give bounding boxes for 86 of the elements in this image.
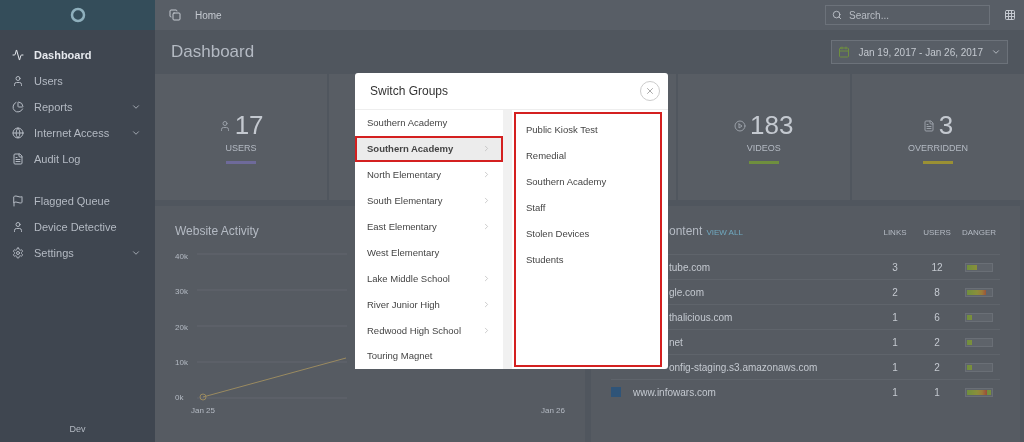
links-cell-text: 1	[891, 311, 899, 323]
sidebar-item[interactable]: Flagged Queue	[0, 188, 155, 214]
links-cell-text: 1	[891, 336, 899, 348]
search-icon	[832, 10, 842, 20]
flag-icon	[12, 195, 24, 207]
links-cell-text: 3	[891, 261, 899, 273]
dialog-title: Switch Groups	[370, 84, 449, 98]
users-cell-text: 12	[930, 261, 944, 273]
column-header: USERS	[922, 228, 952, 237]
subgroup-item[interactable]: Public Kiosk Test	[516, 116, 660, 142]
person-icon	[12, 75, 24, 87]
chevron-icon	[482, 325, 491, 335]
site-name: tube.com	[669, 261, 711, 273]
stat-label: VIDEOS	[746, 143, 781, 153]
sidebar-item[interactable]: Dashboard	[0, 42, 155, 68]
group-item[interactable]: Southern Academy	[355, 135, 503, 162]
column-header: LINKS	[882, 228, 908, 237]
users-cell-text: 2	[933, 361, 941, 373]
document-icon	[12, 153, 24, 165]
activity-icon	[12, 49, 24, 61]
person-icon	[218, 119, 231, 132]
search-field[interactable]: Search...	[825, 5, 990, 25]
ring-logo-icon	[68, 6, 87, 24]
footer-text: Dev	[68, 424, 87, 436]
document-icon	[922, 119, 935, 132]
site-name: thalicious.com	[669, 311, 733, 323]
page-title: Dashboard	[171, 42, 255, 62]
calendar-icon	[838, 46, 851, 58]
stat-value: 3	[938, 110, 954, 141]
breadcrumb[interactable]: Home	[195, 9, 811, 21]
axis-label: 0k	[175, 393, 184, 402]
scrollbar[interactable]	[503, 110, 512, 369]
column-header: DANGER	[960, 228, 998, 237]
users-cell-text: 6	[933, 311, 941, 323]
date-range-button[interactable]: Jan 19, 2017 - Jan 26, 2017	[831, 40, 1008, 64]
site-name: www.infowars.com	[633, 386, 716, 398]
site-name: gle.com	[669, 286, 704, 298]
person-icon	[12, 221, 24, 233]
subgroup-item[interactable]: Staff	[516, 194, 660, 220]
axis-label: 40k	[175, 252, 188, 261]
sidebar-item[interactable]: Audit Log	[0, 146, 155, 172]
users-cell-text: 2	[933, 336, 941, 348]
sidebar-item[interactable]: Users	[0, 68, 155, 94]
stat-value: 183	[750, 110, 794, 141]
stat-value: 17	[234, 110, 264, 141]
axis-label: 10k	[175, 357, 188, 367]
links-cell-text: 1	[891, 386, 899, 398]
pie-chart-icon	[12, 101, 24, 113]
chevron-icon	[482, 299, 491, 309]
axis-label: 20k	[175, 322, 188, 332]
site-name: net	[669, 336, 683, 348]
links-cell-text: 1	[891, 361, 899, 373]
sidebar-item[interactable]: Device Detective	[0, 214, 155, 240]
axis-label: 30k	[175, 287, 188, 297]
copy-icon[interactable]	[169, 9, 181, 21]
sidebar-item[interactable]: Settings	[0, 240, 155, 266]
axis-label: Jan 26	[540, 406, 565, 415]
panel-title: ontent	[669, 224, 703, 238]
grid-icon[interactable]	[1004, 9, 1016, 21]
subgroup-item[interactable]: Southern Academy	[516, 168, 660, 194]
chevron-icon	[482, 273, 491, 283]
settings-icon	[12, 247, 24, 259]
site-name: onfig-staging.s3.amazonaws.com	[669, 361, 818, 373]
site-logo-icon	[611, 387, 621, 397]
sidebar-item[interactable]: Reports	[0, 94, 155, 120]
panel-title: Website Activity	[175, 224, 259, 238]
sidebar-item[interactable]: Internet Access	[0, 120, 155, 146]
play-icon	[734, 119, 746, 132]
users-cell-text: 8	[933, 286, 941, 298]
caret-icon	[991, 47, 1001, 57]
subgroup-item[interactable]: Remedial	[516, 142, 660, 168]
subgroup-item[interactable]: Stolen Devices	[516, 220, 660, 246]
chevron-icon	[482, 196, 491, 206]
close-button[interactable]	[640, 81, 660, 101]
chevron-icon	[482, 222, 491, 231]
axis-label: Jan 25	[191, 406, 216, 415]
links-cell-text: 2	[891, 286, 899, 298]
close-icon	[645, 86, 655, 96]
stat-label: OVERRIDDEN	[907, 143, 968, 153]
chevron-icon	[482, 170, 491, 180]
stat-label: USERS	[225, 143, 257, 153]
users-cell-text: 1	[933, 386, 941, 398]
globe-icon	[12, 127, 24, 139]
subgroup-item[interactable]: Students	[516, 246, 660, 272]
chevron-icon	[482, 144, 491, 154]
search-input[interactable]: Search...	[847, 8, 977, 22]
